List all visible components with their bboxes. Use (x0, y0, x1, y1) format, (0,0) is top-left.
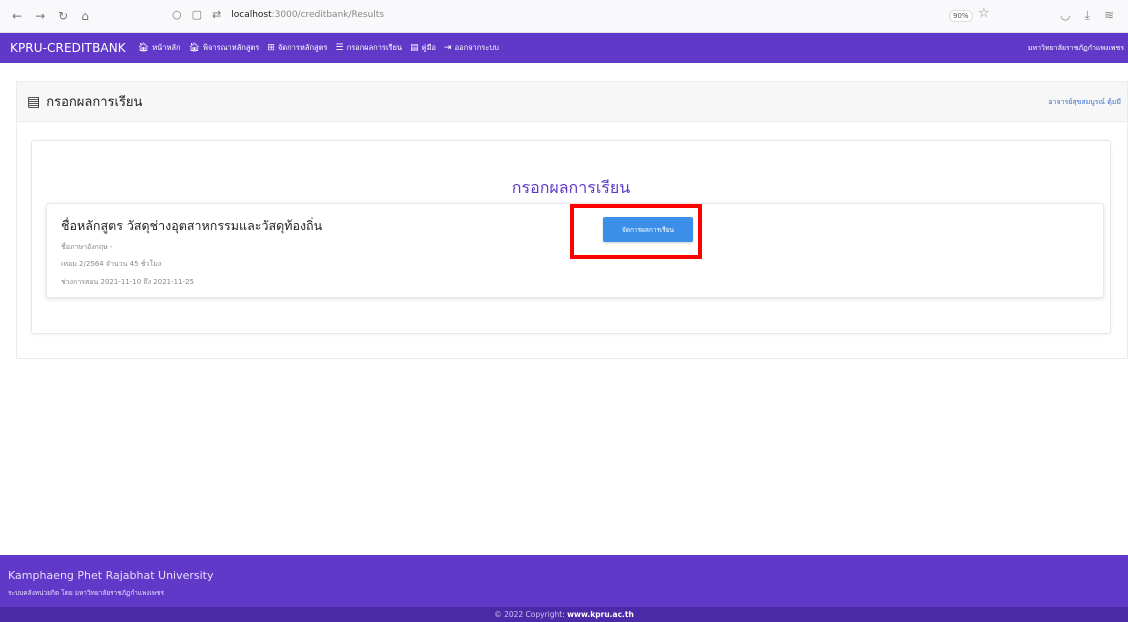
shield-icon: ○ (172, 8, 182, 21)
university-name[interactable]: มหาวิทยาลัยราชภัฏกำแพงเพชร (1028, 43, 1124, 54)
sign-out-icon: ⇥ (444, 43, 452, 53)
course-period: ช่วงการสอน 2021-11-10 ถึง 2021-11-25 (61, 278, 194, 286)
top-navbar: KPRU-CREDITBANK 🏠︎ หน้าหลัก 🏠︎ พิจารณาหลัก… (0, 33, 1128, 63)
results-card: กรอกผลการเรียน ชื่อหลักสูตร วัสดุช่างอุต… (31, 140, 1111, 334)
copyright-link[interactable]: www.kpru.ac.th (567, 610, 634, 619)
forward-icon[interactable]: → (35, 9, 45, 23)
nav-item-logout[interactable]: ⇥ ออกจากระบบ (444, 42, 499, 54)
extensions-icon[interactable]: ≋ (1104, 8, 1114, 23)
nav-item-manual[interactable]: ▤ คู่มือ (410, 42, 436, 54)
nav-item-label: หน้าหลัก (152, 43, 181, 52)
footer: Kamphaeng Phet Rajabhat University ระบบค… (0, 555, 1128, 607)
address-bar[interactable]: ○ ▢ ⇄ localhost:3000/creditbank/Results (172, 8, 384, 21)
plus-square-icon: ⊞ (267, 43, 275, 53)
browser-extensions: ◡ ⤓ ≋ (1060, 8, 1114, 23)
brand-logo[interactable]: KPRU-CREDITBANK (10, 41, 126, 55)
url-path: :3000/creditbank/Results (271, 9, 385, 20)
pocket-icon[interactable]: ◡ (1060, 8, 1070, 23)
nav-item-home[interactable]: 🏠︎ หน้าหลัก (138, 42, 181, 54)
nav-item-label: คู่มือ (421, 43, 437, 52)
page-panel: ▤ กรอกผลการเรียน อาจารย์สุขสมบูรณ์ ตุ้มม… (16, 81, 1128, 359)
copyright-bar: © 2022 Copyright: www.kpru.ac.th (0, 607, 1128, 622)
page-title: กรอกผลการเรียน (46, 95, 143, 110)
back-icon[interactable]: ← (12, 9, 22, 23)
course-name: ชื่อหลักสูตร วัสดุช่างอุตสาหกรรมและวัสดุ… (61, 218, 323, 233)
home-icon[interactable]: ⌂ (81, 9, 89, 23)
course-term: เทอม 2/2564 จำนวน 45 ชั่วโมง (61, 260, 162, 268)
nav-item-label: พิจารณาหลักสูตร (203, 43, 260, 52)
browser-nav: ← → ↻ ⌂ (12, 9, 89, 23)
home-icon: 🏠︎ (137, 43, 150, 53)
nav-item-label: จัดการหลักสูตร (277, 43, 328, 52)
zoom-level[interactable]: 90% (949, 10, 973, 22)
footer-subtitle: ระบบคลังหน่วยกิต โดย มหาวิทยาลัยราชภัฏกำ… (8, 589, 164, 597)
list-icon: ☰ (335, 43, 344, 53)
nav-item-review-course[interactable]: 🏠︎ พิจารณาหลักสูตร (189, 42, 260, 54)
bookmark-star-icon[interactable]: ☆ (978, 6, 990, 21)
course-english-name: ชื่อภาษาอังกฤษ - (61, 243, 113, 251)
page-icon: ▢ (191, 8, 203, 21)
nav-item-enter-grades[interactable]: ☰ กรอกผลการเรียน (335, 42, 402, 54)
page-header: ▤ กรอกผลการเรียน อาจารย์สุขสมบูรณ์ ตุ้มม… (17, 82, 1127, 122)
home-icon: 🏠︎ (188, 43, 201, 53)
card-title: กรอกผลการเรียน (511, 178, 631, 197)
course-card: ชื่อหลักสูตร วัสดุช่างอุตสาหกรรมและวัสดุ… (46, 203, 1104, 298)
reload-icon[interactable]: ↻ (58, 9, 68, 23)
copyright-text: © 2022 Copyright: (494, 610, 568, 619)
nav-item-label: ออกจากระบบ (454, 43, 499, 52)
url-host: localhost (231, 9, 272, 20)
nav-item-label: กรอกผลการเรียน (346, 43, 403, 52)
nav-menu: 🏠︎ หน้าหลัก 🏠︎ พิจารณาหลักสูตร ⊞ จัดการหลัก… (138, 42, 499, 54)
user-name-link[interactable]: อาจารย์สุขสมบูรณ์ ตุ้มมี (1048, 97, 1121, 108)
browser-toolbar: ← → ↻ ⌂ ○ ▢ ⇄ localhost:3000/creditbank/… (0, 0, 1128, 33)
list-icon: ▤ (27, 93, 41, 110)
footer-university: Kamphaeng Phet Rajabhat University (8, 569, 214, 582)
book-icon: ▤ (410, 43, 419, 53)
permissions-icon: ⇄ (212, 8, 222, 21)
manage-results-button[interactable]: จัดการผลการเรียน (603, 217, 693, 242)
nav-item-manage-course[interactable]: ⊞ จัดการหลักสูตร (267, 42, 327, 54)
download-icon[interactable]: ⤓ (1085, 8, 1090, 23)
